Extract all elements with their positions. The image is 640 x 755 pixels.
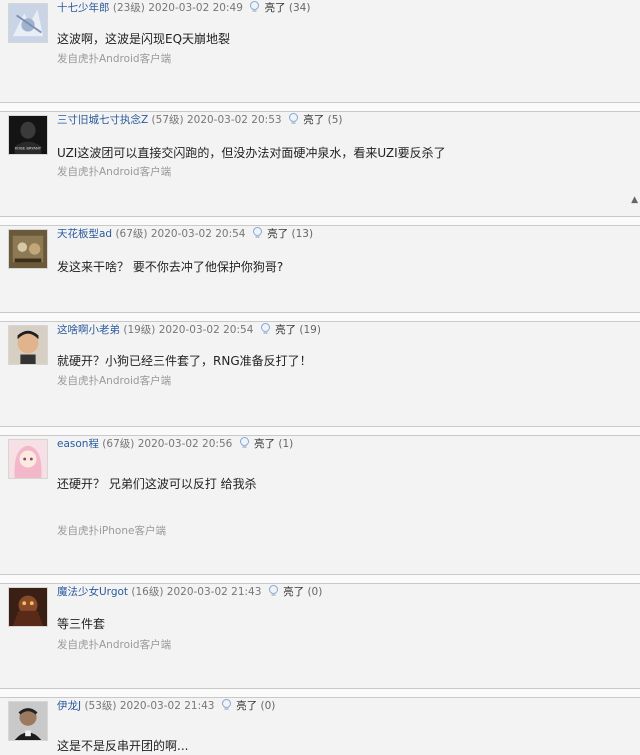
separator: [0, 426, 640, 436]
username-link[interactable]: 十七少年郎: [57, 2, 110, 14]
user-level: (19级): [123, 324, 156, 336]
client-source: 发自虎扑Android客户端: [57, 166, 172, 178]
reply-item: 魔法少女Urgot (16级) 2020-03-02 21:43 亮了 (0) …: [0, 584, 640, 688]
client-source: 发自虎扑Android客户端: [57, 375, 172, 387]
light-count: (5): [327, 114, 343, 126]
reply-meta: 这啥啊小老弟 (19级) 2020-03-02 20:54 亮了 (19): [57, 323, 321, 337]
user-level: (23级): [112, 2, 145, 14]
user-level: (67级): [102, 438, 135, 450]
reply-item: 这啥啊小老弟 (19级) 2020-03-02 20:54 亮了 (19) 就硬…: [0, 322, 640, 426]
light-button[interactable]: 亮了: [275, 324, 296, 336]
reply-item: 伊龙J (53级) 2020-03-02 21:43 亮了 (0) 这是不是反串…: [0, 698, 640, 755]
light-count: (0): [260, 700, 276, 712]
light-button[interactable]: 亮了: [283, 586, 304, 598]
reply-meta: 魔法少女Urgot (16级) 2020-03-02 21:43 亮了 (0): [57, 585, 322, 599]
user-level: (67级): [115, 228, 148, 240]
reply-meta: 天花板型ad (67级) 2020-03-02 20:54 亮了 (13): [57, 227, 313, 241]
client-source: 发自虎扑Android客户端: [57, 639, 172, 651]
post-time: 2020-03-02 20:54: [150, 228, 246, 240]
light-count: (1): [278, 438, 294, 450]
separator: [0, 216, 640, 226]
reply-content: 这波啊，这波是闪现EQ天崩地裂: [57, 32, 231, 46]
light-button[interactable]: 亮了: [236, 700, 257, 712]
reply-content: 这是不是反串开团的啊...: [57, 739, 189, 753]
reply-meta: 十七少年郎 (23级) 2020-03-02 20:49 亮了 (34): [57, 1, 310, 15]
reply-item: eason程 (67级) 2020-03-02 20:56 亮了 (1) 还硬开…: [0, 436, 640, 574]
separator: [0, 102, 640, 112]
reply-meta: eason程 (67级) 2020-03-02 20:56 亮了 (1): [57, 437, 293, 451]
avatar[interactable]: [8, 3, 48, 43]
reply-content: 等三件套: [57, 617, 106, 631]
light-button[interactable]: 亮了: [254, 438, 275, 450]
reply-content: 还硬开？ 兄弟们这波可以反打 给我杀: [57, 477, 257, 491]
lightbulb-icon[interactable]: [239, 437, 250, 449]
reply-meta: 三寸旧城七寸执念Z (57级) 2020-03-02 20:53 亮了 (5): [57, 113, 342, 127]
avatar[interactable]: [8, 587, 48, 627]
light-button[interactable]: 亮了: [265, 2, 286, 14]
reply-content: UZI这波团可以直接交闪跑的，但没办法对面硬冲泉水，看来UZI要反杀了: [57, 146, 446, 160]
client-source: 发自虎扑iPhone客户端: [57, 525, 166, 537]
username-link[interactable]: 三寸旧城七寸执念Z: [57, 114, 148, 126]
light-count: (0): [307, 586, 323, 598]
light-button[interactable]: 亮了: [267, 228, 288, 240]
separator: [0, 574, 640, 584]
svg-text:KOBE BRYANT: KOBE BRYANT: [15, 145, 42, 150]
username-link[interactable]: 魔法少女Urgot: [57, 586, 128, 598]
post-time: 2020-03-02 20:53: [186, 114, 282, 126]
user-level: (16级): [131, 586, 164, 598]
post-time: 2020-03-02 20:54: [158, 324, 254, 336]
light-count: (13): [291, 228, 314, 240]
light-count: (34): [288, 2, 311, 14]
post-time: 2020-03-02 20:49: [148, 2, 243, 14]
scroll-marker: ▲: [631, 195, 638, 205]
reply-content: 就硬开？小狗已经三件套了，RNG准备反打了！: [57, 354, 312, 368]
light-button[interactable]: 亮了: [303, 114, 324, 126]
avatar[interactable]: [8, 439, 48, 479]
post-time: 2020-03-02 20:56: [137, 438, 233, 450]
reply-meta: 伊龙J (53级) 2020-03-02 21:43 亮了 (0): [57, 699, 275, 713]
avatar[interactable]: [8, 229, 48, 269]
avatar[interactable]: [8, 325, 48, 365]
lightbulb-icon[interactable]: [288, 113, 299, 125]
username-link[interactable]: 伊龙J: [57, 700, 81, 712]
reply-content: 发这来干啥？ 要不你去冲了他保护你狗哥?: [57, 260, 284, 274]
avatar[interactable]: [8, 701, 48, 741]
reply-item: 十七少年郎 (23级) 2020-03-02 20:49 亮了 (34) 这波啊…: [0, 0, 640, 100]
lightbulb-icon[interactable]: [221, 699, 232, 711]
username-link[interactable]: eason程: [57, 438, 99, 450]
client-source: 发自虎扑Android客户端: [57, 53, 172, 65]
light-count: (19): [299, 324, 321, 336]
lightbulb-icon[interactable]: [260, 323, 271, 335]
reply-item: 天花板型ad (67级) 2020-03-02 20:54 亮了 (13) 发这…: [0, 226, 640, 312]
username-link[interactable]: 这啥啊小老弟: [57, 324, 120, 336]
lightbulb-icon[interactable]: [252, 227, 263, 239]
post-time: 2020-03-02 21:43: [119, 700, 215, 712]
avatar[interactable]: KOBE BRYANT: [8, 115, 48, 155]
separator: [0, 688, 640, 698]
user-level: (53级): [84, 700, 117, 712]
separator: [0, 312, 640, 322]
lightbulb-icon[interactable]: [268, 585, 279, 597]
post-time: 2020-03-02 21:43: [166, 586, 262, 598]
lightbulb-icon[interactable]: [249, 1, 260, 13]
reply-item: KOBE BRYANT 三寸旧城七寸执念Z (57级) 2020-03-02 2…: [0, 112, 640, 214]
username-link[interactable]: 天花板型ad: [57, 228, 112, 240]
user-level: (57级): [151, 114, 184, 126]
